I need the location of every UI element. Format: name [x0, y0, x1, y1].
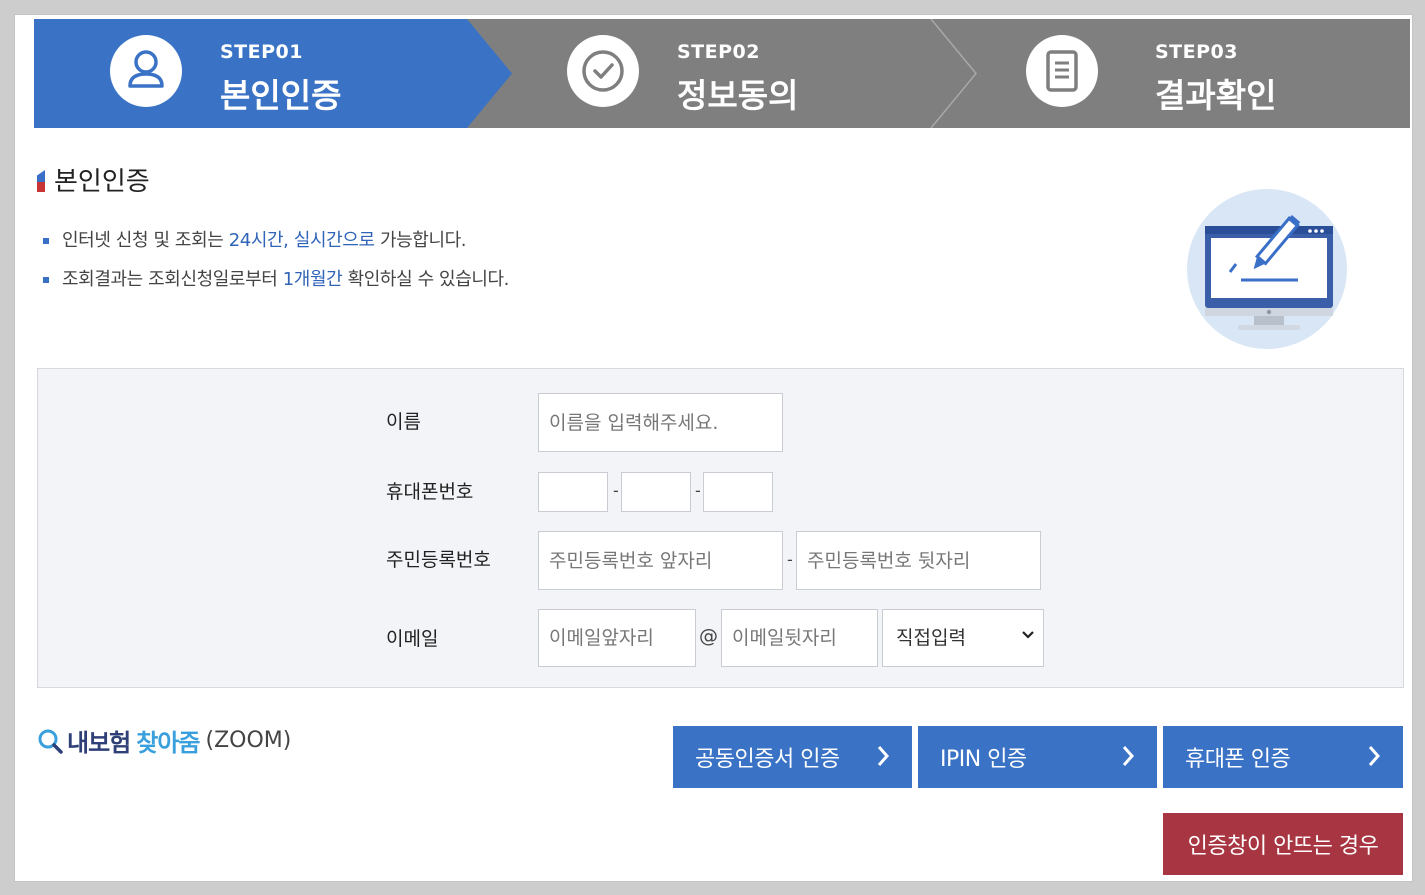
zoom-logo: 내보험 찾아줌 (ZOOM): [37, 723, 291, 758]
popup-help-button[interactable]: 인증창이 안뜨는 경우: [1163, 813, 1403, 875]
phone-part3-input[interactable]: [703, 472, 773, 512]
chevron-right-icon: [877, 746, 890, 766]
notice-text: 확인하실 수 있습니다.: [342, 269, 510, 290]
step-3-number: STEP03: [1155, 41, 1238, 63]
email-label: 이메일: [386, 628, 439, 650]
step-1: STEP01 본인인증: [34, 19, 504, 128]
chevron-right-icon: [1122, 746, 1135, 766]
email-domain-select[interactable]: 직접입력: [882, 609, 1044, 667]
heading-marker-icon: [37, 170, 45, 192]
notice-highlight: 24시간: [228, 230, 284, 251]
notice-item: 인터넷 신청 및 조회는 24시간, 실시간으로 가능합니다.: [43, 226, 509, 265]
document-icon: [1026, 35, 1098, 107]
auth-form: 이름 휴대폰번호 - - 주민등록번호 - 이메일 @ 직접입력: [37, 368, 1404, 688]
section-heading: 본인인증: [37, 164, 150, 197]
phone-separator: -: [695, 481, 701, 500]
phone-auth-label: 휴대폰 인증: [1185, 747, 1291, 772]
step-2: STEP02 정보동의: [504, 19, 964, 128]
phone-part1-input[interactable]: [538, 472, 608, 512]
search-icon: [38, 729, 63, 754]
rrn-front-input[interactable]: [538, 531, 783, 590]
notice-text: 가능합니다.: [374, 230, 467, 251]
logo-text-accent: 찾아줌: [136, 729, 200, 757]
rrn-label: 주민등록번호: [386, 549, 491, 571]
step-1-name: 본인인증: [220, 76, 342, 115]
main-frame: STEP01 본인인증 STEP02 정보동의 STEP03 결과확인 본인인증…: [14, 14, 1413, 882]
check-circle-icon: [567, 35, 639, 107]
step-3: STEP03 결과확인: [964, 19, 1410, 128]
name-label: 이름: [386, 411, 421, 433]
notice-highlight: 1개월간: [282, 269, 343, 290]
ipin-auth-button[interactable]: IPIN 인증: [918, 726, 1157, 788]
phone-auth-button[interactable]: 휴대폰 인증: [1163, 726, 1403, 788]
notice-highlight-sep: ,: [283, 230, 294, 251]
notice-text: 인터넷 신청 및 조회는: [62, 230, 229, 251]
step-2-number: STEP02: [677, 41, 760, 63]
notice-list: 인터넷 신청 및 조회는 24시간, 실시간으로 가능합니다. 조회결과는 조회…: [43, 226, 509, 304]
phone-label: 휴대폰번호: [386, 481, 474, 503]
step-1-number: STEP01: [220, 41, 303, 63]
step-3-name: 결과확인: [1155, 76, 1277, 115]
email-front-input[interactable]: [538, 609, 696, 667]
logo-text-sub: (ZOOM): [205, 728, 292, 753]
email-back-input[interactable]: [721, 609, 878, 667]
name-input[interactable]: [538, 393, 783, 452]
phone-separator: -: [613, 481, 619, 500]
step-progress-bar: STEP01 본인인증 STEP02 정보동의 STEP03 결과확인: [34, 19, 1410, 128]
chevron-down-icon: [1022, 631, 1034, 639]
logo-text-main: 내보험: [67, 729, 131, 757]
bullet-icon: [43, 277, 49, 283]
notice-item: 조회결과는 조회신청일로부터 1개월간 확인하실 수 있습니다.: [43, 265, 509, 304]
notice-text: 조회결과는 조회신청일로부터: [62, 269, 283, 290]
bullet-icon: [43, 238, 49, 244]
certificate-auth-label: 공동인증서 인증: [695, 747, 840, 772]
ipin-auth-label: IPIN 인증: [940, 747, 1027, 772]
step-2-name: 정보동의: [677, 76, 799, 115]
certificate-auth-button[interactable]: 공동인증서 인증: [673, 726, 912, 788]
notice-highlight: 실시간으로: [293, 230, 375, 251]
email-domain-value: 직접입력: [896, 627, 966, 649]
phone-part2-input[interactable]: [621, 472, 691, 512]
rrn-back-input[interactable]: [796, 531, 1041, 590]
section-title: 본인인증: [54, 166, 150, 197]
person-icon: [110, 35, 182, 107]
email-at-sign: @: [699, 625, 718, 647]
rrn-separator: -: [787, 550, 793, 569]
monitor-illustration-icon: [1186, 188, 1348, 354]
chevron-right-icon: [1368, 746, 1381, 766]
